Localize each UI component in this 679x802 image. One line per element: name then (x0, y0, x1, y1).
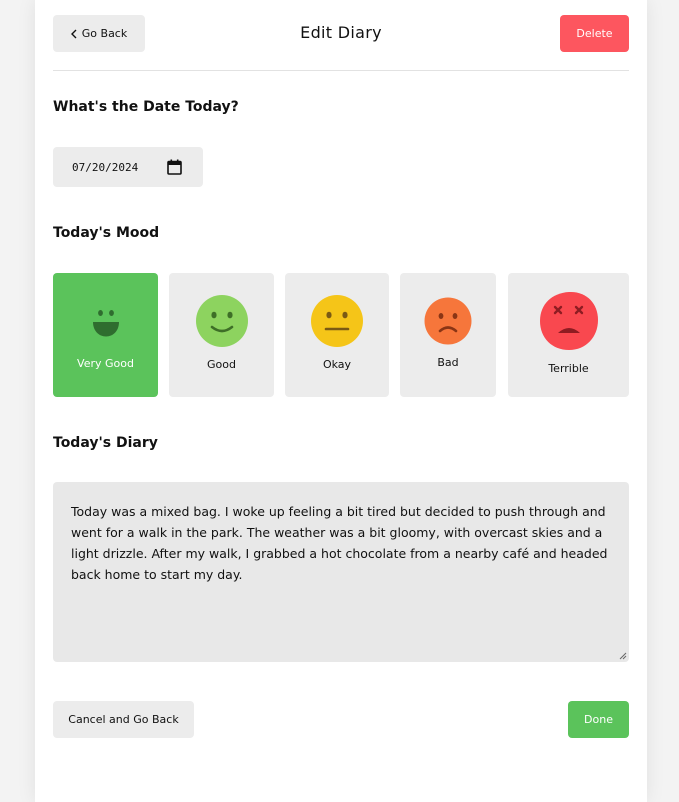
header-divider (53, 70, 629, 71)
mood-label: Bad (437, 356, 459, 369)
very-good-face-icon (92, 310, 119, 337)
done-button[interactable]: Done (568, 701, 629, 738)
mood-selector: Very Good Good Okay Bad Terrible (53, 273, 629, 397)
cancel-and-go-back-button[interactable]: Cancel and Go Back (53, 701, 194, 738)
mood-section-title: Today's Mood (53, 225, 160, 241)
delete-button[interactable]: Delete (560, 15, 629, 52)
mood-option-very-good[interactable]: Very Good (53, 273, 158, 397)
mood-option-good[interactable]: Good (169, 273, 274, 397)
date-section-title: What's the Date Today? (53, 99, 239, 115)
mood-label: Very Good (77, 357, 134, 370)
resize-handle-icon[interactable] (619, 652, 627, 660)
mood-option-okay[interactable]: Okay (285, 273, 389, 397)
diary-textarea[interactable]: Today was a mixed bag. I woke up feeling… (53, 482, 629, 662)
mood-option-terrible[interactable]: Terrible (508, 273, 629, 397)
diary-editor-page: Go Back Edit Diary Delete What's the Dat… (35, 0, 647, 802)
okay-face-icon (311, 295, 363, 347)
calendar-icon[interactable] (167, 159, 182, 175)
good-face-icon (195, 295, 248, 347)
diary-content: Today was a mixed bag. I woke up feeling… (71, 504, 608, 582)
mood-label: Okay (322, 358, 352, 371)
header: Go Back Edit Diary Delete (53, 15, 629, 52)
mood-label: Good (207, 358, 236, 371)
mood-label: Terrible (548, 362, 589, 375)
terrible-face-icon (539, 291, 598, 350)
page-title: Edit Diary (300, 23, 382, 42)
mood-option-bad[interactable]: Bad (400, 273, 496, 397)
diary-section-title: Today's Diary (53, 435, 158, 451)
date-value: 07/20/2024 (72, 160, 139, 174)
date-input[interactable]: 07/20/2024 (53, 147, 203, 187)
bad-face-icon (424, 297, 472, 345)
